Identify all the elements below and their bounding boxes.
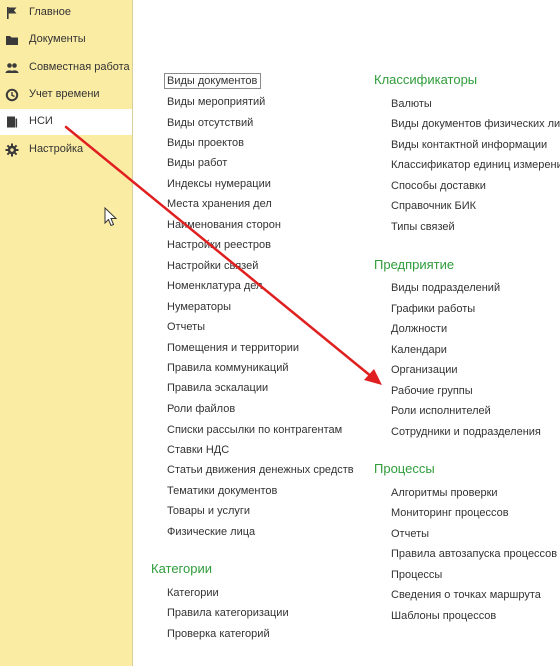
list-item[interactable]: Номенклатура дел bbox=[167, 280, 262, 292]
sidebar-item-label: НСИ bbox=[29, 115, 53, 127]
list-item[interactable]: Роли файлов bbox=[167, 403, 235, 415]
folder-icon bbox=[5, 33, 19, 47]
list-item[interactable]: Типы связей bbox=[391, 221, 455, 233]
list-item[interactable]: Виды документов физических лиц bbox=[391, 118, 560, 130]
list-item[interactable]: Справочник БИК bbox=[391, 200, 476, 212]
list-item[interactable]: Настройки связей bbox=[167, 260, 258, 272]
sidebar: Главное Документы Совместная работа Учет… bbox=[0, 0, 133, 666]
list-item[interactable]: Категории bbox=[167, 587, 219, 599]
sidebar-item-documents[interactable]: Документы bbox=[0, 27, 132, 53]
list-item[interactable]: Шаблоны процессов bbox=[391, 610, 496, 622]
list-item[interactable]: Календари bbox=[391, 344, 447, 356]
list-item[interactable]: Мониторинг процессов bbox=[391, 507, 509, 519]
list-item[interactable]: Настройки реестров bbox=[167, 239, 271, 251]
list-item[interactable]: Индексы нумерации bbox=[167, 178, 271, 190]
list-item[interactable]: Списки рассылки по контрагентам bbox=[167, 424, 342, 436]
sidebar-item-label: Совместная работа bbox=[29, 61, 130, 73]
list-item[interactable]: Сотрудники и подразделения bbox=[391, 426, 541, 438]
list-item[interactable]: Ставки НДС bbox=[167, 444, 229, 456]
list-item[interactable]: Места хранения дел bbox=[167, 198, 272, 210]
list-item[interactable]: Физические лица bbox=[167, 526, 255, 538]
list-item[interactable]: Виды проектов bbox=[167, 137, 244, 149]
list-item[interactable]: Валюты bbox=[391, 98, 432, 110]
list-item[interactable]: Графики работы bbox=[391, 303, 475, 315]
sidebar-item-main[interactable]: Главное bbox=[0, 0, 132, 26]
list-item[interactable]: Способы доставки bbox=[391, 180, 486, 192]
link-document-types[interactable]: Виды документов bbox=[164, 73, 262, 89]
list-item[interactable]: Сведения о точках маршрута bbox=[391, 589, 541, 601]
list-item[interactable]: Наименования сторон bbox=[167, 219, 281, 231]
mouse-cursor-icon bbox=[104, 207, 118, 227]
list-item[interactable]: Виды работ bbox=[167, 157, 227, 169]
list-item[interactable]: Отчеты bbox=[391, 528, 429, 540]
list-item[interactable]: Помещения и территории bbox=[167, 342, 299, 354]
list-item[interactable]: Проверка категорий bbox=[167, 628, 270, 640]
book-icon bbox=[5, 115, 19, 129]
list-item[interactable]: Правила коммуникаций bbox=[167, 362, 289, 374]
section-title-enterprise: Предприятие bbox=[374, 257, 455, 272]
sidebar-item-label: Учет времени bbox=[29, 88, 100, 100]
link-work-groups[interactable]: Рабочие группы bbox=[391, 385, 473, 397]
section-title-classifiers: Классификаторы bbox=[374, 72, 478, 87]
list-item[interactable]: Должности bbox=[391, 323, 447, 335]
list-item[interactable]: Отчеты bbox=[167, 321, 205, 333]
list-item[interactable]: Виды контактной информации bbox=[391, 139, 547, 151]
sidebar-item-settings[interactable]: Настройка bbox=[0, 137, 132, 163]
list-item[interactable]: Правила категоризации bbox=[167, 607, 289, 619]
users-icon bbox=[5, 61, 19, 75]
list-item[interactable]: Товары и услуги bbox=[167, 505, 250, 517]
list-item[interactable]: Статьи движения денежных средств bbox=[167, 464, 354, 476]
sidebar-item-label: Главное bbox=[29, 6, 72, 18]
list-item[interactable]: Правила автозапуска процессов bbox=[391, 548, 557, 560]
list-item[interactable]: Организации bbox=[391, 364, 458, 376]
list-item[interactable]: Правила эскалации bbox=[167, 382, 268, 394]
sidebar-item-collaboration[interactable]: Совместная работа bbox=[0, 55, 132, 81]
gear-icon bbox=[5, 143, 19, 157]
list-item[interactable]: Роли исполнителей bbox=[391, 405, 491, 417]
sidebar-item-label: Документы bbox=[29, 33, 86, 45]
clock-icon bbox=[5, 88, 19, 102]
list-item[interactable]: Виды подразделений bbox=[391, 282, 500, 294]
list-item[interactable]: Виды мероприятий bbox=[167, 96, 265, 108]
sidebar-item-label: Настройка bbox=[29, 143, 84, 155]
list-item[interactable]: Тематики документов bbox=[167, 485, 277, 497]
list-item[interactable]: Процессы bbox=[391, 569, 442, 581]
list-item[interactable]: Нумераторы bbox=[167, 301, 231, 313]
list-item[interactable]: Виды отсутствий bbox=[167, 117, 253, 129]
section-title-processes: Процессы bbox=[374, 461, 435, 476]
sidebar-item-time-tracking[interactable]: Учет времени bbox=[0, 82, 132, 108]
sidebar-item-nsi[interactable]: НСИ bbox=[0, 109, 132, 135]
section-title-categories: Категории bbox=[151, 561, 212, 576]
flag-icon bbox=[5, 6, 19, 20]
list-item[interactable]: Алгоритмы проверки bbox=[391, 487, 498, 499]
list-item[interactable]: Классификатор единиц измерения bbox=[391, 159, 560, 171]
